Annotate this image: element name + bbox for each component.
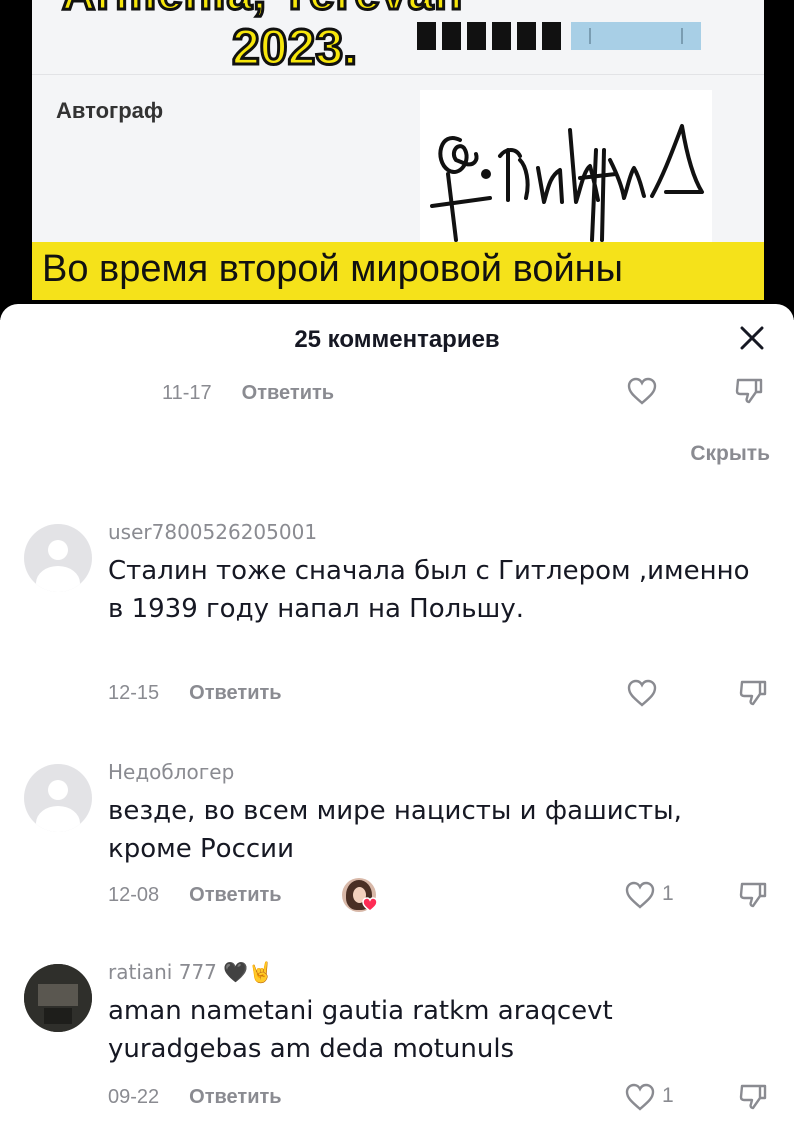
comment-date: 09-22 [108, 1085, 160, 1108]
reply-button[interactable]: Ответить [189, 1086, 281, 1109]
reply-button[interactable]: Ответить [242, 382, 334, 405]
creator-heart-icon [362, 897, 378, 912]
thumb-down-icon [735, 378, 763, 404]
close-icon [740, 326, 764, 350]
like-count: 1 [662, 882, 674, 905]
comment-text: aman nametani gautia ratkm araqcevt yura… [108, 996, 613, 1064]
dislike-button[interactable] [738, 1082, 768, 1116]
prev-comment-meta: 11-17 Ответить [162, 376, 334, 410]
comment-username[interactable]: Недоблогер [108, 760, 234, 784]
like-count: 1 [662, 1084, 674, 1107]
video-frame-card: Armenia, Yerevan 2023. Автограф [32, 0, 764, 300]
video-banner-text: Во время второй мировой войны [42, 248, 623, 290]
avatar[interactable] [24, 764, 92, 832]
dislike-button[interactable] [738, 678, 768, 712]
comment-date: 11-17 [162, 381, 212, 404]
heart-icon [627, 679, 657, 707]
like-button[interactable] [626, 678, 658, 712]
like-button[interactable] [624, 880, 656, 914]
st-george-ribbon-image [417, 22, 707, 50]
close-button[interactable] [736, 322, 768, 354]
comment-meta: 12-08 Ответить [108, 878, 282, 912]
comment-date: 12-08 [108, 883, 160, 906]
reply-button[interactable]: Ответить [189, 884, 281, 907]
comment-username[interactable]: ratiani 777 🖤🤘 [108, 960, 273, 984]
thumb-down-icon [739, 1084, 767, 1110]
thumb-down-icon [739, 680, 767, 706]
card-divider [32, 74, 764, 75]
reply-button[interactable]: Ответить [189, 682, 281, 705]
comment-text: Сталин тоже сначала был с Гитлером ,имен… [108, 556, 750, 624]
thumb-down-icon [739, 882, 767, 908]
avatar[interactable] [24, 524, 92, 592]
video-banner: Во время второй мировой войны [32, 242, 764, 300]
comment-text: везде, во всем мире нацисты и фашисты, к… [108, 796, 682, 864]
comments-sheet: 25 комментариев 11-17 Ответить Скрыть us… [0, 304, 794, 1134]
like-button[interactable] [624, 1082, 656, 1116]
heart-icon [625, 881, 655, 909]
heart-icon [627, 377, 657, 405]
video-year-caption: 2023. [230, 18, 358, 77]
signature-image [420, 90, 712, 250]
dislike-button[interactable] [738, 880, 768, 914]
comment-meta: 12-15 Ответить [108, 676, 282, 710]
video-player[interactable]: Armenia, Yerevan 2023. Автограф [0, 0, 794, 320]
video-top-caption: Armenia, Yerevan [61, 0, 582, 21]
comment-meta: 09-22 Ответить [108, 1080, 282, 1114]
comment-username[interactable]: user7800526205001 [108, 520, 317, 544]
dislike-button[interactable] [734, 376, 764, 410]
comment-date: 12-15 [108, 681, 160, 704]
heart-icon [625, 1083, 655, 1111]
autograph-label: Автограф [56, 98, 164, 123]
comments-count-title: 25 комментариев [294, 326, 500, 353]
avatar[interactable] [24, 964, 92, 1032]
like-button[interactable] [626, 376, 658, 410]
hide-replies-button[interactable]: Скрыть [690, 442, 770, 466]
